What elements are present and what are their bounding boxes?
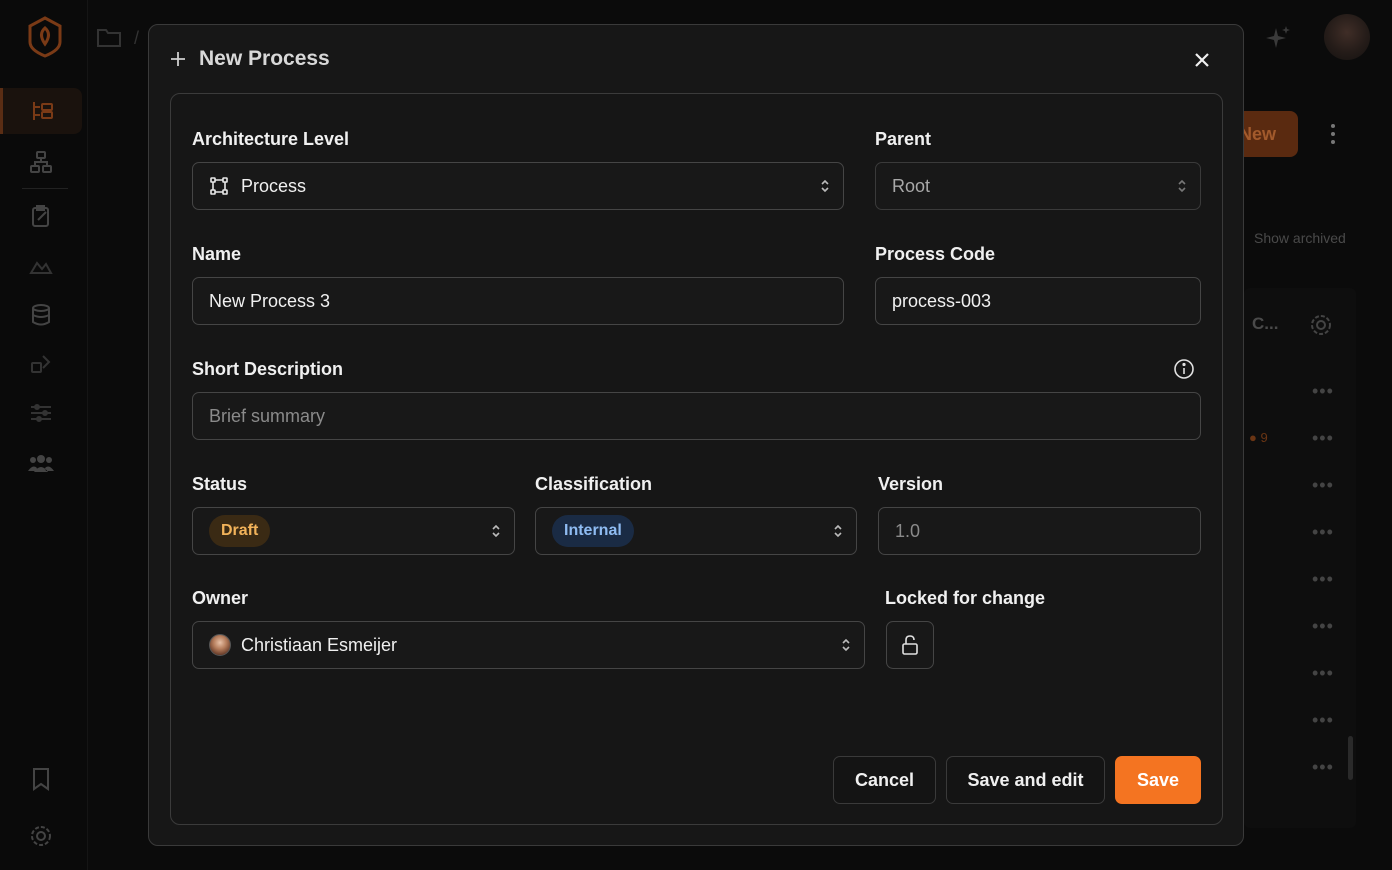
row-actions-icon[interactable]: ••• bbox=[1312, 758, 1334, 776]
sidebar-item-users[interactable] bbox=[0, 440, 82, 486]
clipboard-edit-icon bbox=[32, 205, 49, 227]
sidebar-item-settings[interactable] bbox=[0, 813, 82, 859]
table-panel bbox=[1244, 288, 1356, 828]
landscape-icon bbox=[29, 261, 53, 274]
parent-select[interactable]: Root bbox=[875, 162, 1201, 210]
short-description-placeholder: Brief summary bbox=[209, 405, 326, 426]
sidebar bbox=[0, 0, 88, 870]
row-actions-icon[interactable]: ••• bbox=[1312, 382, 1334, 400]
breadcrumb-separator: / bbox=[134, 28, 140, 48]
row-actions-icon[interactable]: ••• bbox=[1312, 476, 1334, 494]
new-button-label: New bbox=[1238, 123, 1276, 144]
save-and-edit-button-label: Save and edit bbox=[967, 769, 1084, 790]
sidebar-item-processes[interactable] bbox=[0, 88, 82, 134]
folder-icon bbox=[97, 29, 121, 47]
row-badge: ● 9 bbox=[1249, 430, 1268, 445]
version-input[interactable]: 1.0 bbox=[878, 507, 1201, 555]
cancel-button-label: Cancel bbox=[854, 769, 915, 790]
owner-label: Owner bbox=[192, 588, 249, 608]
save-button-label: Save bbox=[1136, 769, 1180, 790]
dialog-header: New Process bbox=[169, 47, 330, 71]
save-button[interactable]: Save bbox=[1115, 756, 1201, 804]
user-avatar[interactable] bbox=[1324, 14, 1370, 60]
plus-icon bbox=[171, 52, 185, 66]
locked-for-change-label: Locked for change bbox=[885, 588, 1046, 608]
status-label: Status bbox=[192, 474, 248, 494]
name-value: New Process 3 bbox=[209, 290, 331, 311]
row-actions-icon[interactable]: ••• bbox=[1312, 617, 1334, 635]
row-actions-icon[interactable]: ••• bbox=[1312, 711, 1334, 729]
chevron-up-down-icon bbox=[821, 179, 829, 193]
sidebar-item-landscape[interactable] bbox=[0, 242, 82, 288]
scrollbar[interactable] bbox=[1348, 736, 1353, 780]
chevron-up-down-icon bbox=[842, 638, 850, 652]
lock-toggle-button[interactable] bbox=[886, 621, 934, 669]
row-actions-icon[interactable]: ••• bbox=[1312, 570, 1334, 588]
app-logo-icon bbox=[28, 16, 62, 58]
process-form: Architecture Level Process Parent Root N… bbox=[170, 93, 1223, 825]
process-code-input[interactable]: process-003 bbox=[875, 277, 1201, 325]
version-placeholder: 1.0 bbox=[895, 520, 921, 541]
name-label: Name bbox=[192, 244, 242, 264]
parent-label: Parent bbox=[875, 129, 932, 149]
owner-avatar bbox=[209, 634, 231, 656]
owner-select[interactable]: Christiaan Esmeijer bbox=[192, 621, 865, 669]
sliders-icon bbox=[31, 404, 51, 422]
short-description-label: Short Description bbox=[192, 359, 344, 379]
column-header: C... bbox=[1252, 314, 1279, 333]
unlock-icon bbox=[902, 635, 918, 655]
sparkle-icon bbox=[1266, 26, 1290, 48]
row-actions-icon[interactable]: ••• bbox=[1312, 429, 1334, 447]
architecture-level-value: Process bbox=[241, 175, 307, 196]
status-select[interactable]: Draft bbox=[192, 507, 515, 555]
sidebar-item-integrations[interactable] bbox=[0, 341, 82, 387]
sidebar-item-data[interactable] bbox=[0, 292, 82, 338]
classification-select[interactable]: Internal bbox=[535, 507, 857, 555]
status-badge: Draft bbox=[209, 515, 271, 547]
users-icon bbox=[28, 455, 54, 472]
sidebar-item-review[interactable] bbox=[0, 193, 82, 239]
process-code-label: Process Code bbox=[875, 244, 996, 264]
classification-label: Classification bbox=[535, 474, 653, 494]
gear-icon bbox=[31, 826, 51, 846]
process-icon bbox=[209, 176, 229, 196]
column-settings-gear-icon[interactable] bbox=[1308, 312, 1334, 338]
close-icon bbox=[1195, 53, 1209, 67]
new-process-dialog: New Process Architecture Level Process P… bbox=[148, 24, 1244, 846]
name-input[interactable]: New Process 3 bbox=[192, 277, 844, 325]
show-archived-label[interactable]: Show archived bbox=[1254, 230, 1346, 246]
version-label: Version bbox=[878, 474, 944, 494]
architecture-level-label: Architecture Level bbox=[192, 129, 350, 149]
close-button[interactable] bbox=[1191, 49, 1213, 71]
short-description-input[interactable]: Brief summary bbox=[192, 392, 1201, 440]
parent-value: Root bbox=[892, 175, 931, 196]
database-icon bbox=[32, 304, 50, 326]
save-and-edit-button[interactable]: Save and edit bbox=[946, 756, 1105, 804]
architecture-level-select[interactable]: Process bbox=[192, 162, 844, 210]
owner-value: Christiaan Esmeijer bbox=[241, 634, 398, 655]
chevron-up-down-icon bbox=[834, 524, 842, 538]
sidebar-item-settings-sliders[interactable] bbox=[0, 390, 82, 436]
tree-icon bbox=[32, 102, 53, 120]
hierarchy-icon bbox=[30, 151, 52, 173]
dialog-title: New Process bbox=[199, 47, 330, 70]
shapes-icon bbox=[31, 355, 51, 373]
sidebar-item-hierarchy[interactable] bbox=[0, 139, 82, 185]
row-actions-icon[interactable]: ••• bbox=[1312, 664, 1334, 682]
process-code-value: process-003 bbox=[892, 290, 992, 311]
info-icon[interactable] bbox=[1173, 358, 1195, 380]
cancel-button[interactable]: Cancel bbox=[833, 756, 936, 804]
row-badge-count: 9 bbox=[1260, 430, 1268, 445]
classification-badge: Internal bbox=[552, 515, 634, 547]
chevron-up-down-icon bbox=[492, 524, 500, 538]
more-vertical-icon[interactable] bbox=[1326, 122, 1340, 146]
sidebar-item-bookmarks[interactable] bbox=[0, 756, 82, 802]
bookmark-icon bbox=[33, 768, 49, 791]
row-actions-icon[interactable]: ••• bbox=[1312, 523, 1334, 541]
chevron-up-down-icon bbox=[1178, 179, 1186, 193]
